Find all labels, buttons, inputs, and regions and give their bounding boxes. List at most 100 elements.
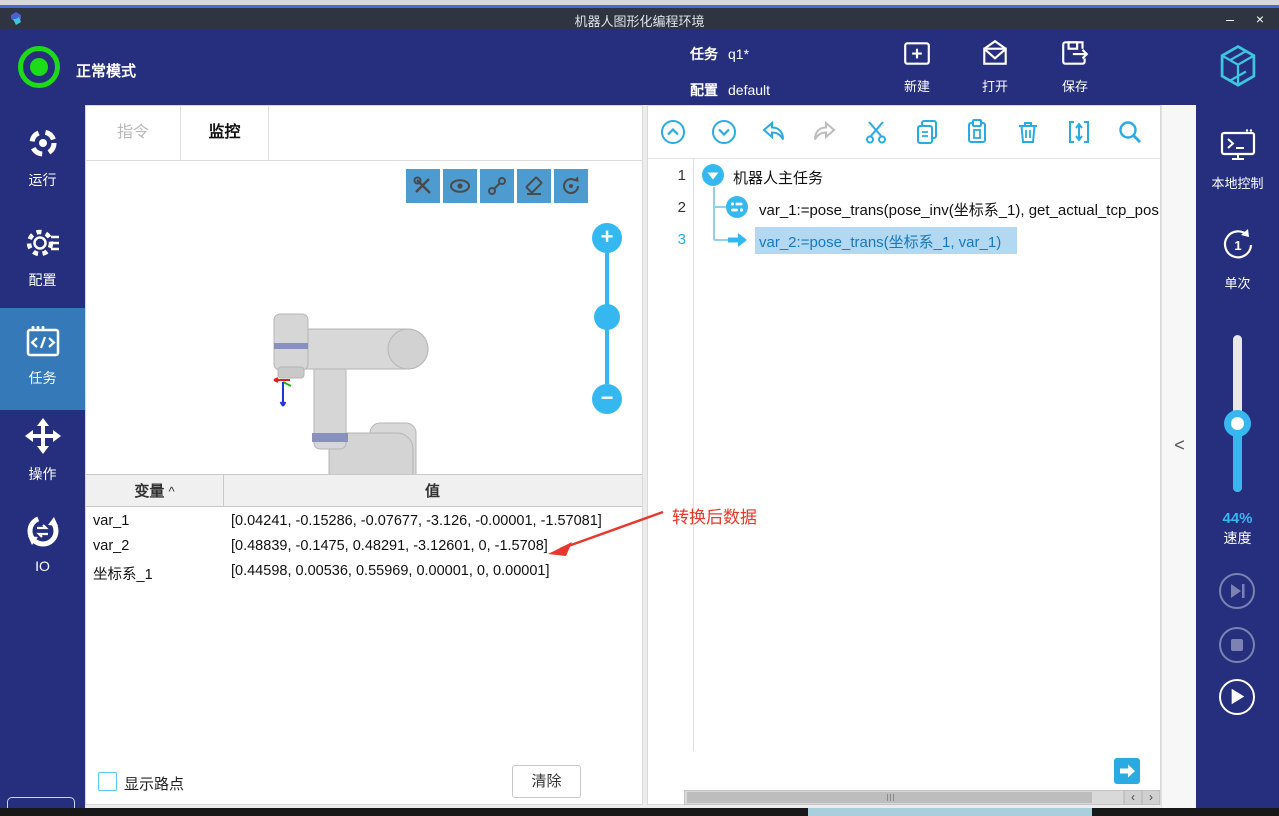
variable-name: 坐标系_1 xyxy=(93,563,153,584)
step-button[interactable] xyxy=(1219,573,1255,609)
close-button[interactable]: × xyxy=(1245,8,1275,30)
show-waypoints-label: 显示路点 xyxy=(124,773,184,794)
sort-caret-icon: ^ xyxy=(169,484,175,499)
save-task-button[interactable]: 保存 xyxy=(1045,38,1105,95)
sidebar-item-task[interactable]: 任务 xyxy=(0,325,85,388)
taskbar-sliver xyxy=(0,808,1279,816)
scrollbar-thumb[interactable] xyxy=(687,792,1092,803)
save-button-label: 保存 xyxy=(1045,76,1105,95)
clear-button[interactable]: 清除 xyxy=(512,765,581,798)
sidebar-item-label: 操作 xyxy=(0,464,85,484)
step-forward-button[interactable] xyxy=(1114,758,1140,784)
annotation-text: 转换后数据 xyxy=(672,503,757,528)
variable-name: var_1 xyxy=(93,513,129,529)
paste-button[interactable] xyxy=(963,118,991,146)
gear-icon xyxy=(24,225,62,261)
task-label: 任务 xyxy=(690,46,718,62)
tab-instruction[interactable]: 指令 xyxy=(86,106,181,160)
sidebar-item-operate[interactable]: 操作 xyxy=(0,417,85,484)
single-run-label: 单次 xyxy=(1196,273,1279,292)
sidebar-item-run[interactable]: 运行 xyxy=(0,127,85,190)
replace-button[interactable] xyxy=(1065,118,1093,146)
status-indicator xyxy=(18,46,60,88)
column-value[interactable]: 值 xyxy=(223,475,642,508)
collapse-toggle-icon[interactable] xyxy=(701,163,725,187)
variable-value: [0.04241, -0.15286, -0.07677, -3.126, -0… xyxy=(231,513,602,529)
copy-button[interactable] xyxy=(913,118,941,146)
sidebar-item-config[interactable]: 配置 xyxy=(0,225,85,290)
new-button-label: 新建 xyxy=(887,76,947,95)
local-control-button[interactable]: 本地控制 xyxy=(1196,128,1279,192)
terminal-icon xyxy=(1218,128,1258,164)
show-waypoints-checkbox[interactable] xyxy=(98,772,117,791)
open-button-label: 打开 xyxy=(965,76,1025,95)
save-icon xyxy=(1060,38,1090,68)
open-task-button[interactable]: 打开 xyxy=(965,38,1025,95)
panel-collapse-strip: < xyxy=(1161,105,1196,816)
sidebar-item-label: 任务 xyxy=(0,368,85,388)
single-cycle-icon: 1 xyxy=(1218,226,1258,264)
robot-arm xyxy=(274,314,428,474)
stop-button[interactable] xyxy=(1219,627,1255,663)
sidebar-item-label: 运行 xyxy=(0,170,85,190)
config-label: 配置 xyxy=(690,82,718,98)
speed-label: 速度 xyxy=(1196,528,1279,548)
monitor-panel: 指令 监控 + − xyxy=(85,105,643,805)
sidebar-item-io[interactable]: IO xyxy=(0,513,85,574)
sidebar-item-label: 配置 xyxy=(0,270,85,290)
speed-slider-knob[interactable] xyxy=(1224,410,1251,437)
horizontal-scrollbar[interactable] xyxy=(684,790,1124,805)
status-dot xyxy=(30,58,48,76)
sidebar-item-label: IO xyxy=(0,558,85,574)
config-row: 配置default xyxy=(690,80,770,100)
minimize-button[interactable]: – xyxy=(1215,8,1245,30)
redo-button[interactable] xyxy=(810,118,838,146)
play-icon xyxy=(1221,681,1252,712)
undo-button[interactable] xyxy=(760,118,788,146)
code-window-icon xyxy=(23,325,63,359)
line-number: 1 xyxy=(648,167,686,184)
line-number: 2 xyxy=(648,199,686,216)
variable-value: [0.44598, 0.00536, 0.55969, 0.00001, 0, … xyxy=(231,563,549,579)
window-title: 机器人图形化编程环境 xyxy=(0,11,1279,30)
mode-label: 正常模式 xyxy=(76,60,136,81)
new-task-button[interactable]: 新建 xyxy=(887,38,947,95)
cut-button[interactable] xyxy=(862,118,890,146)
scroll-left-button[interactable]: ‹ xyxy=(1124,790,1142,805)
collapse-chevron[interactable]: < xyxy=(1162,435,1197,456)
variable-value: [0.48839, -0.1475, 0.48291, -3.12601, 0,… xyxy=(231,538,548,554)
line-number: 3 xyxy=(648,231,686,248)
program-line[interactable]: var_1:=pose_trans(pose_inv(坐标系_1), get_a… xyxy=(759,199,1159,220)
move-down-button[interactable] xyxy=(710,118,738,146)
table-row[interactable]: var_2 [0.48839, -0.1475, 0.48291, -3.126… xyxy=(86,535,642,560)
search-button[interactable] xyxy=(1116,118,1144,146)
program-toolbar xyxy=(648,106,1160,159)
scrollbar-grip xyxy=(887,794,896,801)
scroll-right-button[interactable]: › xyxy=(1142,790,1160,805)
column-variable[interactable]: 变量 ^ xyxy=(86,475,223,508)
table-row[interactable]: 坐标系_1 [0.44598, 0.00536, 0.55969, 0.0000… xyxy=(86,560,642,585)
column-divider xyxy=(223,474,224,507)
header: 正常模式 任务q1* 配置default 新建 打开 保存 xyxy=(0,30,1279,105)
move-up-button[interactable] xyxy=(659,118,687,146)
tab-monitor[interactable]: 监控 xyxy=(181,106,269,160)
delete-button[interactable] xyxy=(1014,118,1042,146)
step-icon xyxy=(1221,575,1253,607)
play-button[interactable] xyxy=(1219,679,1255,715)
taskbar-segment xyxy=(808,808,1092,816)
single-run-button[interactable]: 1 单次 xyxy=(1196,226,1279,292)
program-panel: 1 2 3 机器人主任务 var_1:=pose_trans(pose_inv(… xyxy=(647,105,1161,805)
variable-table-header: 变量 ^ 值 xyxy=(86,474,642,507)
arrow-right-icon xyxy=(1114,758,1140,784)
open-file-icon xyxy=(980,38,1010,68)
new-file-icon xyxy=(902,38,932,68)
left-nav-sidebar: 运行 配置 任务 操作 IO 5789 xyxy=(0,105,85,816)
run-icon xyxy=(24,127,62,161)
right-control-sidebar: 本地控制 1 单次 44% 速度 xyxy=(1196,105,1279,816)
table-row[interactable]: var_1 [0.04241, -0.15286, -0.07677, -3.1… xyxy=(86,510,642,535)
local-control-label: 本地控制 xyxy=(1196,173,1279,192)
program-line-selected[interactable]: var_2:=pose_trans(坐标系_1, var_1) xyxy=(759,231,1001,252)
stop-icon xyxy=(1221,629,1253,661)
program-line[interactable]: 机器人主任务 xyxy=(733,167,823,188)
robot-3d-view[interactable] xyxy=(86,161,642,474)
